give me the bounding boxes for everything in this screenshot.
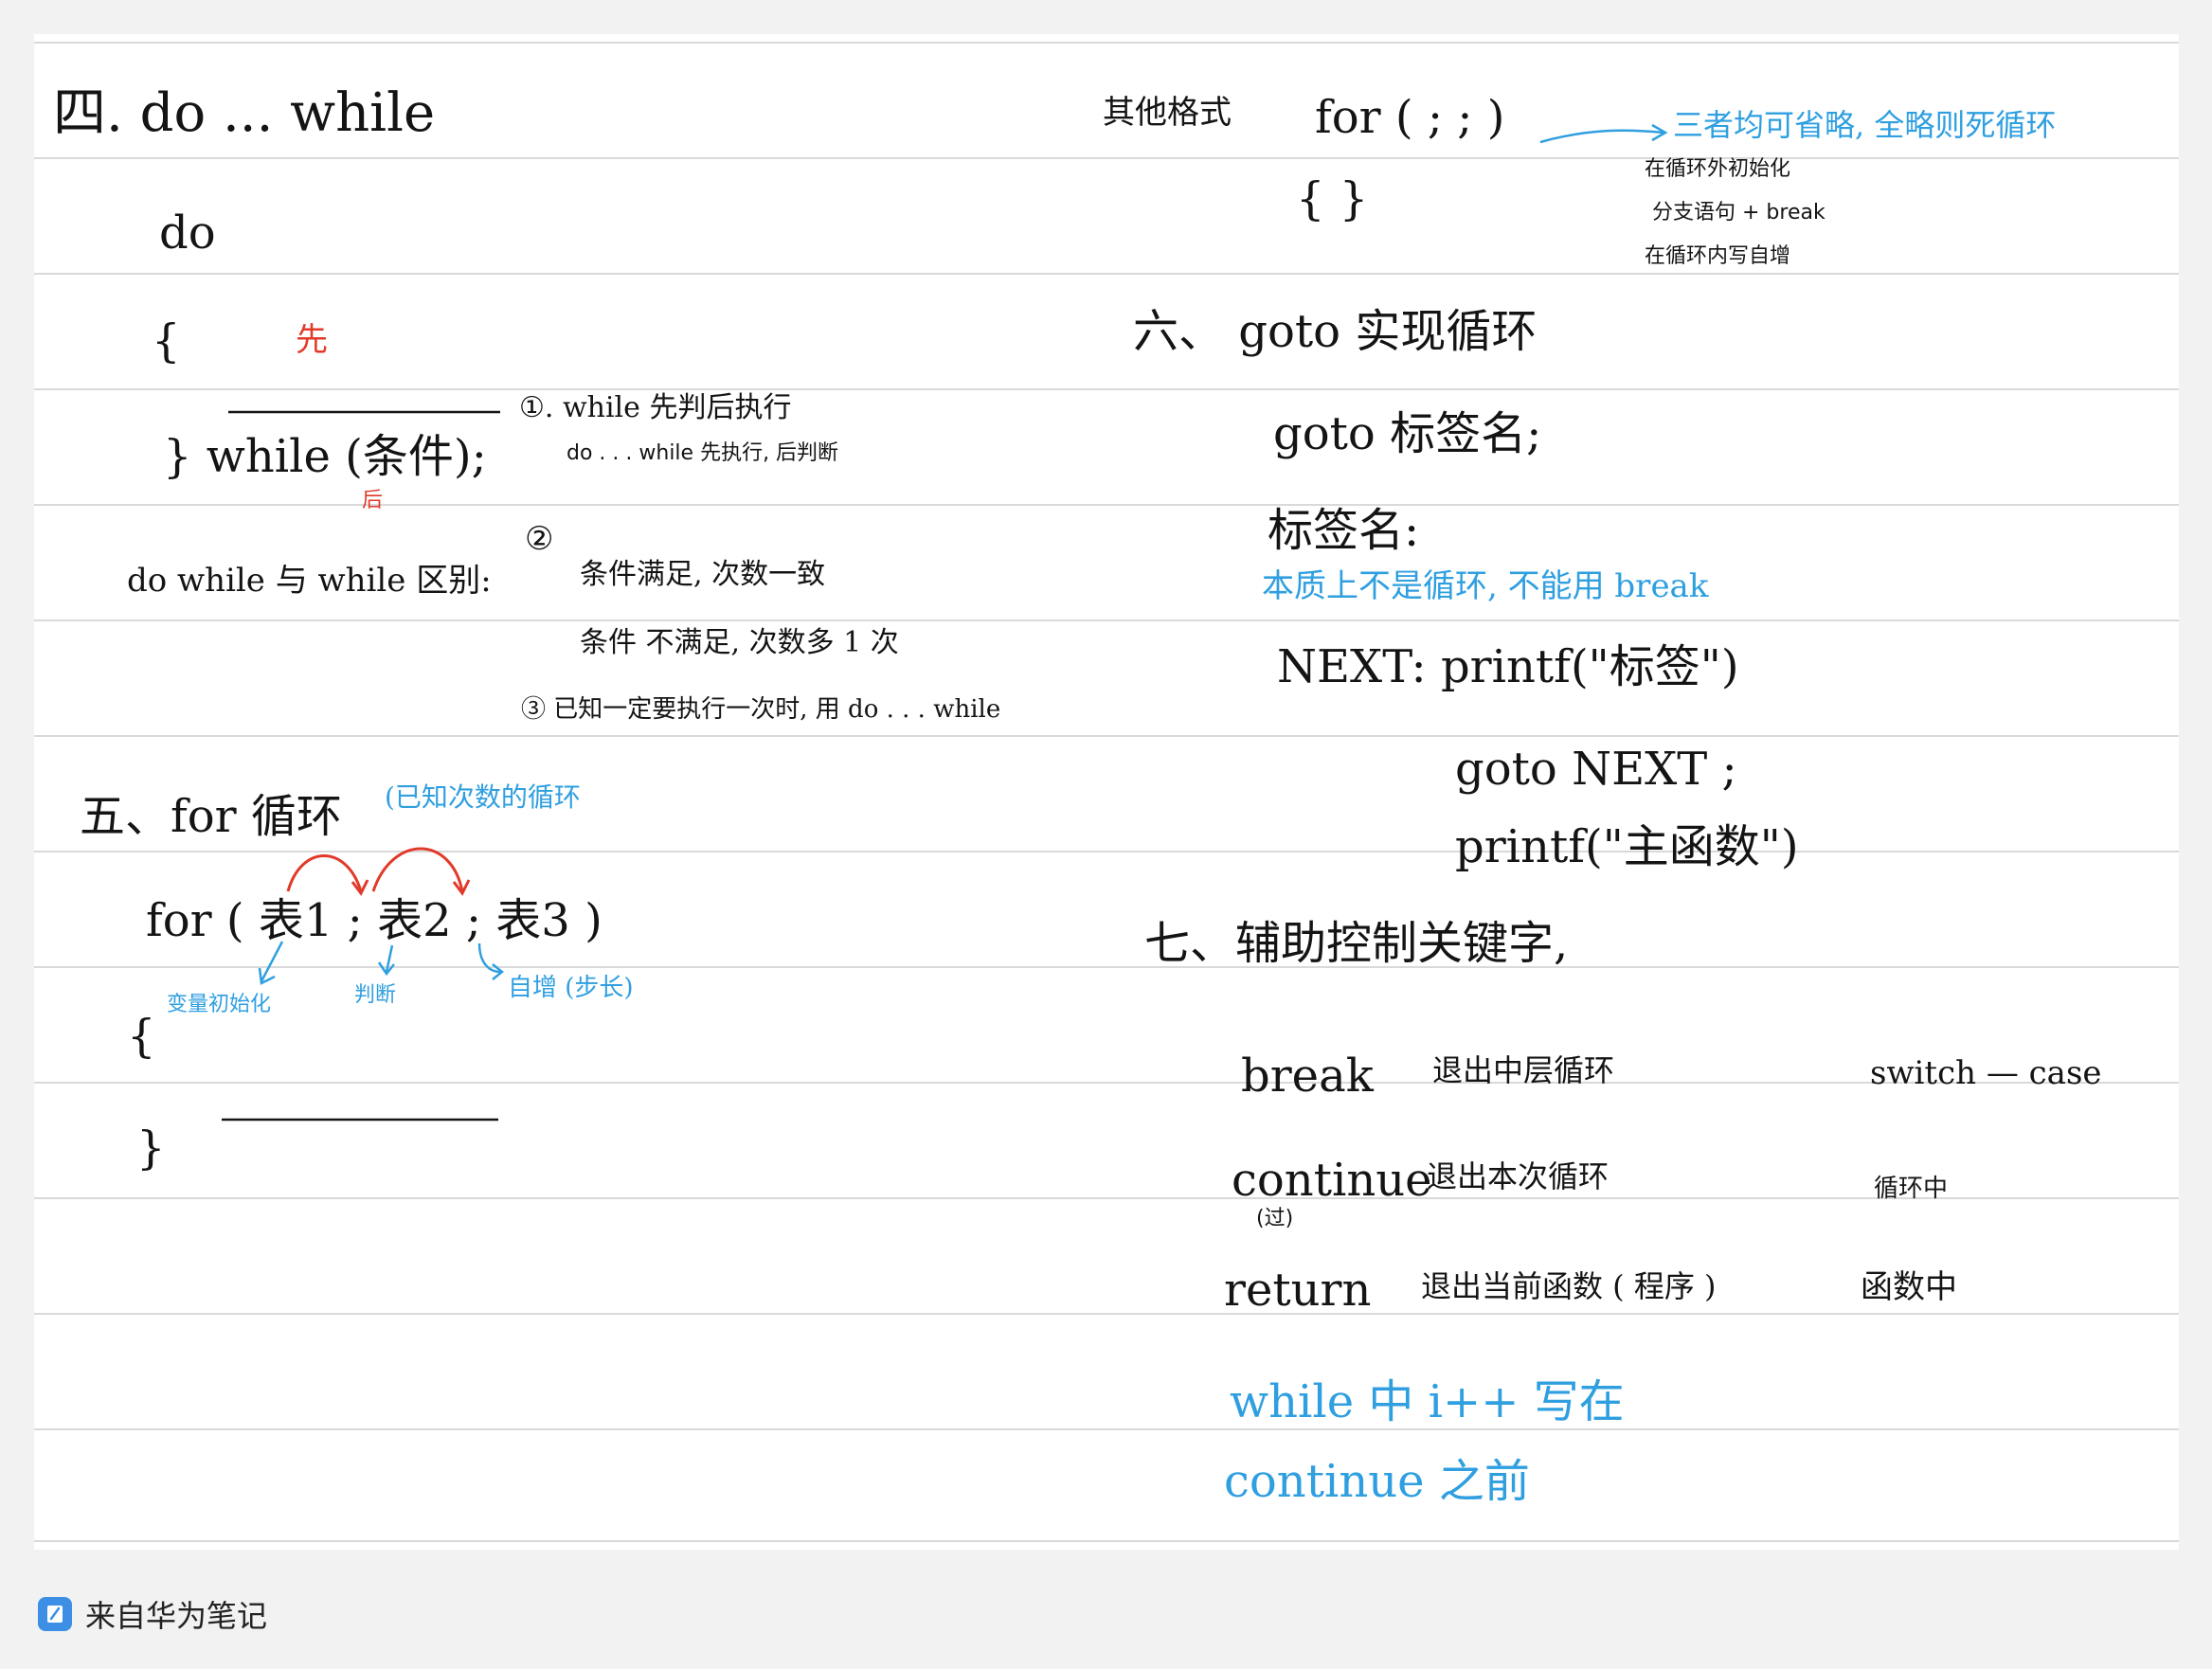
- omit-note-1: 在循环外初始化: [1645, 157, 1791, 181]
- rule-line: [34, 504, 2179, 506]
- footer-source: 来自华为笔记: [38, 1591, 267, 1637]
- rule-line: [34, 273, 2179, 275]
- open-brace: {: [152, 314, 181, 368]
- section4-title: 四. do ... while: [53, 82, 436, 144]
- section7-title: 七、辅助控制关键字,: [1144, 917, 1569, 970]
- keyword-continue: continue: [1232, 1154, 1432, 1207]
- rule-line: [34, 1428, 2179, 1430]
- footer-text: 来自华为笔记: [85, 1598, 268, 1634]
- after-marker: 后: [362, 489, 384, 512]
- keyword-break: break: [1241, 1050, 1374, 1103]
- omit-note-3: 在循环内写自增: [1645, 244, 1791, 268]
- annotation-init: 变量初始化: [167, 993, 272, 1016]
- goto-note: 本质上不是循环, 不能用 break: [1262, 567, 1709, 605]
- annotation-increment: 自增 (步长): [508, 974, 634, 1002]
- handwriting-strokes: [222, 123, 1668, 1122]
- keyword-return-desc: 退出当前函数 ( 程序 ): [1421, 1268, 1717, 1304]
- for-close-brace: }: [136, 1122, 166, 1175]
- for-empty-braces: { }: [1296, 172, 1369, 225]
- keyword-break-desc: 退出中层循环: [1432, 1052, 1615, 1088]
- rule-line: [34, 42, 2179, 44]
- do-keyword: do: [159, 206, 216, 260]
- rule-line: [34, 966, 2179, 968]
- keyword-continue-where: 循环中: [1874, 1175, 1949, 1203]
- note-2-b: 条件 不满足, 次数多 1 次: [580, 626, 899, 659]
- note-2-a: 条件满足, 次数一致: [580, 558, 826, 591]
- code-line-2: goto NEXT ;: [1455, 743, 1737, 796]
- keyword-continue-sub: (过): [1256, 1207, 1294, 1230]
- for-open-brace: {: [127, 1010, 156, 1063]
- note-1-main: ①. while 先判后执行: [519, 391, 792, 424]
- goto-syntax: goto 标签名;: [1273, 407, 1542, 460]
- rule-line: [34, 388, 2179, 390]
- keyword-break-where: switch — case: [1870, 1054, 2102, 1092]
- keyword-return-where: 函数中: [1861, 1268, 1957, 1306]
- huawei-notes-icon: [38, 1597, 72, 1631]
- code-line-3: printf("主函数"): [1455, 820, 1799, 873]
- keyword-return: return: [1224, 1264, 1372, 1317]
- omit-note: 三者均可省略, 全略则死循环: [1673, 107, 2057, 143]
- annotation-judge: 判断: [354, 983, 397, 1007]
- section5-title: 五、for 循环: [80, 790, 342, 843]
- while-condition: } while (条件);: [163, 430, 487, 483]
- note-3: ③ 已知一定要执行一次时, 用 do . . . while: [521, 695, 1001, 724]
- rule-line: [34, 735, 2179, 737]
- rule-line: [34, 1313, 2179, 1315]
- for-empty-syntax: for ( ; ; ): [1315, 91, 1505, 144]
- rule-line: [34, 1540, 2179, 1542]
- tip-line-2: continue 之前: [1224, 1455, 1530, 1508]
- code-line-1: NEXT: printf("标签"): [1277, 640, 1739, 693]
- rule-line: [34, 851, 2179, 852]
- note-page: 四. do ... while do { 先 } while (条件); 后 d…: [34, 34, 2179, 1550]
- tip-line-1: while 中 i++ 写在: [1230, 1375, 1625, 1428]
- rule-line: [34, 157, 2179, 159]
- difference-label: do while 与 while 区别:: [127, 562, 492, 600]
- first-marker: 先: [296, 321, 328, 359]
- omit-note-2: 分支语句 + break: [1652, 201, 1825, 224]
- label-syntax: 标签名:: [1268, 504, 1420, 557]
- section5-note: (已知次数的循环: [385, 781, 581, 813]
- for-syntax: for ( 表1 ; 表2 ; 表3 ): [146, 894, 602, 947]
- other-formats-label: 其他格式: [1103, 94, 1232, 132]
- rule-line: [34, 1082, 2179, 1084]
- note-1-sub: do . . . while 先执行, 后判断: [566, 441, 839, 465]
- rule-line: [34, 619, 2179, 621]
- keyword-continue-desc: 退出本次循环: [1427, 1158, 1610, 1194]
- note-2-number: ②: [525, 520, 554, 558]
- section6-title: 六、 goto 实现循环: [1133, 305, 1538, 358]
- rule-line: [34, 1197, 2179, 1199]
